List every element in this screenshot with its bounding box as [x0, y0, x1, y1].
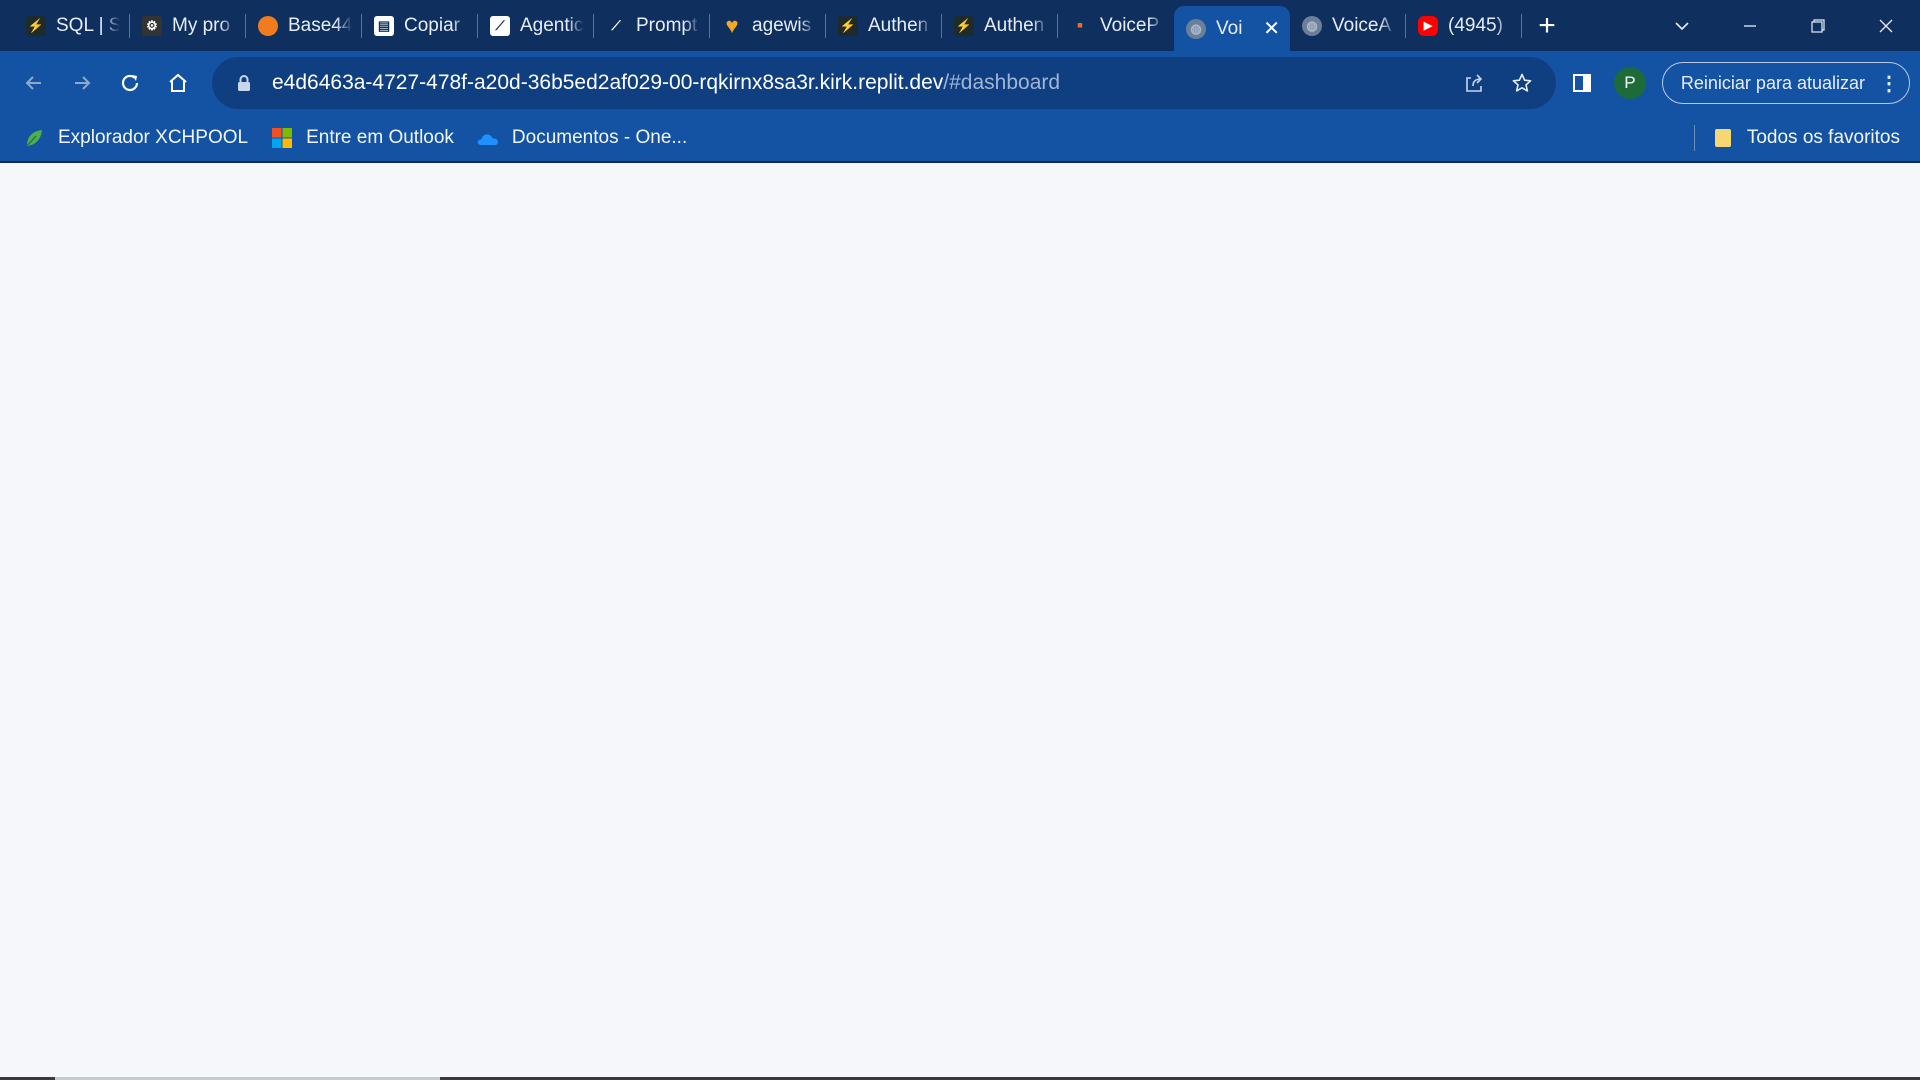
tab-bolt[interactable]: ⚡ Authen: [942, 0, 1058, 51]
tab-strip: ⚡ SQL | S ⚙ My pro Base44 ▤ Copiar ⟋ Agentic ⟋ Pro…: [0, 0, 1920, 51]
close-window-button[interactable]: [1852, 0, 1920, 51]
avatar: P: [1613, 67, 1646, 99]
share-icon: [1466, 74, 1483, 92]
home-button[interactable]: [154, 59, 202, 107]
tab-list: ⚡ SQL | S ⚙ My pro Base44 ▤ Copiar ⟋ Agentic ⟋ Pro…: [0, 0, 1522, 51]
tab-title: Agentic: [520, 14, 584, 36]
tab-base44[interactable]: Base44: [246, 0, 362, 51]
tab-title: My pro: [172, 14, 231, 36]
url-path: /#dashboard: [943, 71, 1061, 94]
gear-icon: ⚙: [142, 15, 162, 36]
minimize-button[interactable]: [1716, 0, 1784, 51]
share-button[interactable]: [1450, 72, 1498, 94]
tab-title: Authen: [984, 14, 1045, 36]
url-text[interactable]: e4d6463a-4727-478f-a20d-36b5ed2af029-00-…: [272, 71, 1060, 95]
tab-grid[interactable]: ▪ VoiceP: [1058, 0, 1174, 51]
all-bookmarks-label: Todos os favoritos: [1746, 127, 1900, 148]
base44-icon: [258, 15, 278, 36]
star-icon: [1512, 73, 1532, 92]
bookmark-item[interactable]: Documentos - One...: [466, 126, 699, 150]
tab-bolt[interactable]: ⚡ Authen: [826, 0, 942, 51]
page-content: [0, 163, 1920, 1080]
new-tab-button[interactable]: +: [1522, 0, 1572, 51]
all-bookmarks-button[interactable]: Todos os favoritos: [1707, 126, 1920, 150]
document-icon: ▤: [374, 15, 394, 36]
arrow-right-icon: [75, 76, 91, 90]
reload-button[interactable]: [106, 59, 154, 107]
profile-button[interactable]: P: [1606, 59, 1654, 107]
toolbar: e4d6463a-4727-478f-a20d-36b5ed2af029-00-…: [0, 51, 1920, 115]
microsoft-icon: [270, 126, 294, 150]
bookmark-star-button[interactable]: [1498, 72, 1546, 94]
tab-agentic[interactable]: ⟋ Agentic: [478, 0, 594, 51]
bookmark-label: Documentos - One...: [511, 127, 688, 148]
tab-title: Base44: [288, 14, 352, 36]
folder-icon: [1711, 126, 1735, 150]
tab-globe[interactable]: ◍ Voi ✕: [1174, 6, 1290, 51]
restore-icon: [1811, 18, 1825, 33]
lock-icon[interactable]: [226, 74, 262, 92]
tab-title: Voi: [1216, 17, 1243, 39]
youtube-icon: ▶: [1418, 15, 1438, 36]
globe-icon: ◍: [1186, 18, 1206, 39]
side-panel-button[interactable]: [1558, 59, 1606, 107]
tab-title: Copiar: [404, 14, 460, 36]
onedrive-icon: [476, 126, 500, 150]
minimize-icon: [1744, 24, 1756, 27]
close-icon: [1879, 19, 1893, 32]
tab-heart[interactable]: ♥ agewis: [710, 0, 826, 51]
tab-title: Authen: [868, 14, 929, 36]
address-bar[interactable]: e4d6463a-4727-478f-a20d-36b5ed2af029-00-…: [212, 57, 1556, 109]
back-button[interactable]: [10, 59, 58, 107]
tab-title: Prompt: [636, 14, 698, 36]
tab-title: agewis: [752, 14, 812, 36]
bolt-icon: ⚡: [954, 15, 974, 36]
replit-icon: ⚡: [26, 15, 46, 36]
bookmark-item[interactable]: Entre em Outlook: [260, 126, 466, 150]
tab-globe[interactable]: ◍ VoiceA: [1290, 0, 1406, 51]
bookmarks-bar: Explorador XCHPOOL Entre em Outlook Docu…: [0, 115, 1920, 163]
close-tab-icon[interactable]: ✕: [1263, 16, 1280, 41]
chevron-down-icon: [1675, 21, 1689, 30]
grid-icon: ▪: [1076, 15, 1084, 35]
window-controls: [1648, 0, 1920, 51]
tab-title: VoiceP: [1100, 14, 1160, 36]
prompt-icon: ⟋: [611, 17, 621, 33]
reload-icon: [121, 74, 139, 92]
tab-title: (4945): [1448, 14, 1503, 36]
browser-window: ⚡ SQL | S ⚙ My pro Base44 ▤ Copiar ⟋ Agentic ⟋ Pro…: [0, 0, 1920, 1080]
leaf-icon: [22, 126, 46, 150]
globe-icon: ◍: [1302, 15, 1322, 36]
restart-label: Reiniciar para atualizar: [1680, 72, 1865, 93]
tab-replit[interactable]: ⚡ SQL | S: [14, 0, 130, 51]
forward-button[interactable]: [58, 59, 106, 107]
restore-button[interactable]: [1784, 0, 1852, 51]
more-menu-icon[interactable]: ⋮: [1879, 71, 1899, 96]
restart-to-update-button[interactable]: Reiniciar para atualizar ⋮: [1661, 62, 1910, 104]
bookmark-item[interactable]: Explorador XCHPOOL: [0, 126, 260, 150]
bookmark-label: Entre em Outlook: [306, 127, 454, 148]
divider: [1693, 125, 1695, 151]
agentic-icon: ⟋: [490, 15, 510, 36]
tab-search-button[interactable]: [1648, 0, 1716, 51]
bolt-icon: ⚡: [838, 15, 858, 36]
tab-title: SQL | S: [56, 14, 120, 36]
tab-gear[interactable]: ⚙ My pro: [130, 0, 246, 51]
arrow-left-icon: [25, 76, 41, 90]
heart-icon: ♥: [725, 12, 739, 38]
side-panel-icon: [1572, 74, 1591, 92]
tab-title: VoiceA: [1332, 14, 1392, 36]
tab-youtube[interactable]: ▶ (4945): [1406, 0, 1522, 51]
home-icon: [169, 73, 187, 92]
url-host: e4d6463a-4727-478f-a20d-36b5ed2af029-00-…: [272, 71, 944, 94]
bookmark-label: Explorador XCHPOOL: [58, 127, 249, 148]
tab-prompt[interactable]: ⟋ Prompt: [594, 0, 710, 51]
tab-document[interactable]: ▤ Copiar: [362, 0, 478, 51]
